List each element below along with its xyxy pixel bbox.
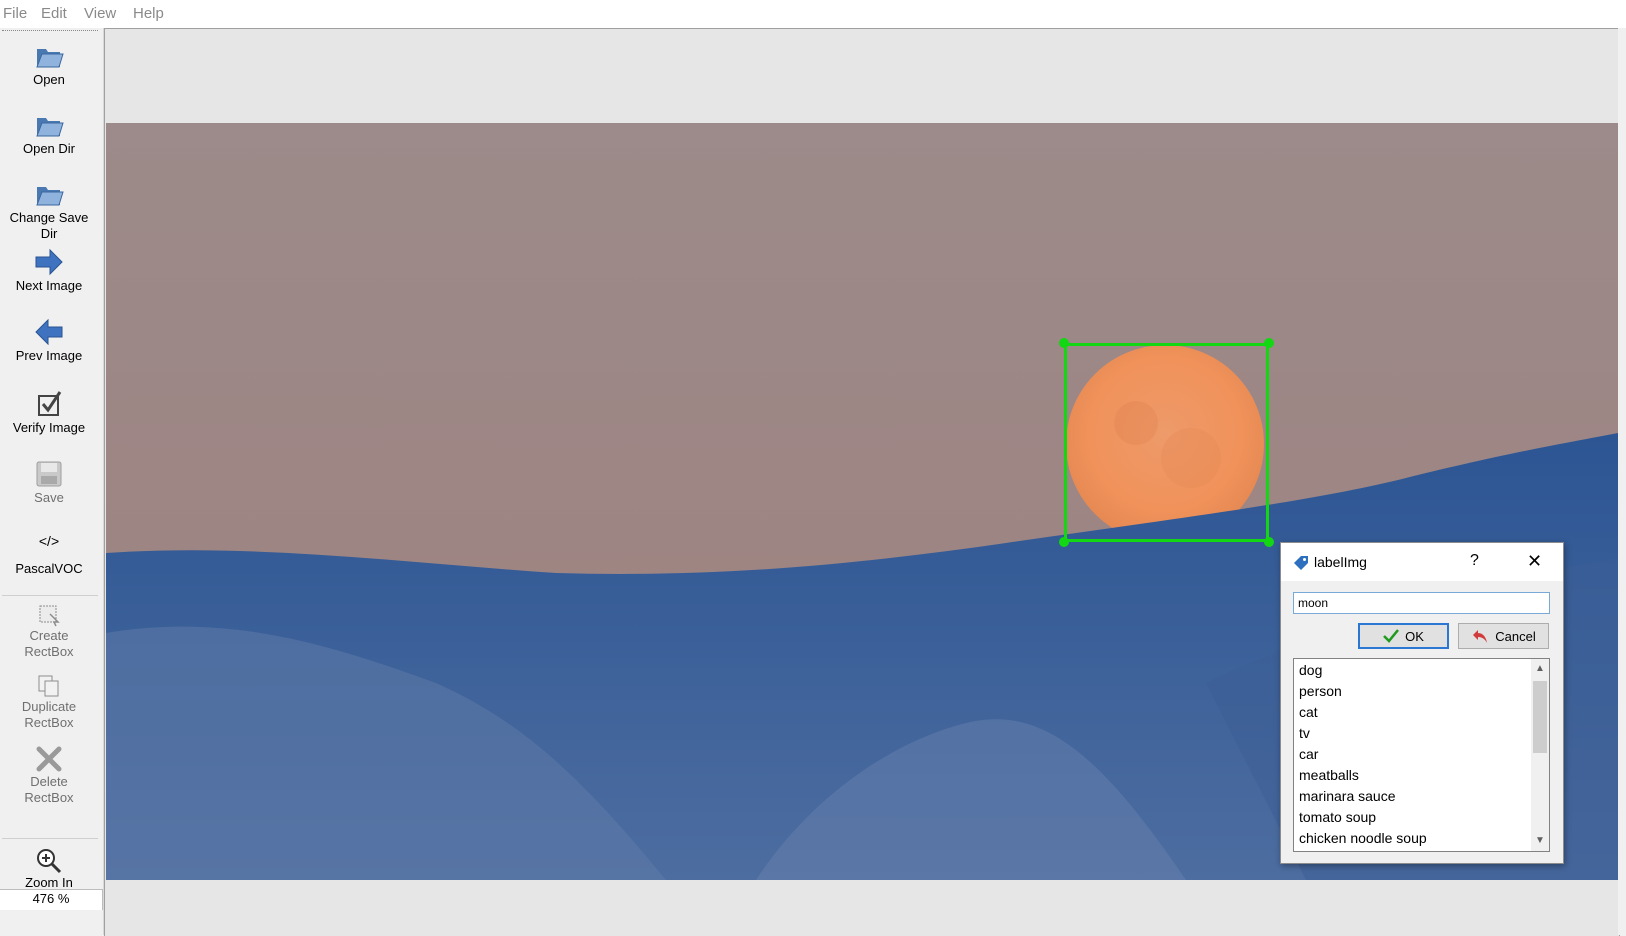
arrow-right-icon: [35, 248, 63, 276]
toolbar-separator: [2, 595, 98, 596]
label-list[interactable]: dog person cat tv car meatballs marinara…: [1293, 658, 1550, 852]
dialog-title-bar[interactable]: labelImg ? ✕: [1281, 543, 1563, 581]
bbox-handle-bottom-right[interactable]: [1264, 537, 1274, 547]
undo-arrow-icon: [1473, 630, 1488, 643]
zoom-in-button[interactable]: Zoom In: [0, 847, 98, 891]
next-image-button[interactable]: Next Image: [0, 246, 98, 294]
toolbar-separator: [2, 838, 98, 839]
list-scrollbar[interactable]: ▲ ▼: [1531, 659, 1549, 851]
folder-icon: [36, 118, 64, 137]
toolbar-grip: [2, 30, 98, 31]
list-item[interactable]: person: [1299, 680, 1342, 702]
create-rect-icon: [39, 605, 60, 627]
menu-help[interactable]: Help: [133, 5, 164, 22]
dialog-title: labelImg: [1314, 554, 1367, 570]
zoom-level-box[interactable]: 476 %: [0, 889, 103, 910]
prev-image-button[interactable]: Prev Image: [0, 316, 98, 364]
bbox-handle-top-right[interactable]: [1264, 338, 1274, 348]
label-input[interactable]: [1293, 592, 1550, 614]
ok-label: OK: [1405, 628, 1424, 644]
toolbar: Open Open Dir Change Save Dir Next Image…: [0, 28, 104, 935]
menu-view[interactable]: View: [84, 5, 116, 22]
help-button[interactable]: ?: [1470, 552, 1479, 570]
list-item[interactable]: marinara sauce: [1299, 785, 1396, 807]
delete-x-icon: [36, 746, 62, 772]
bbox-handle-top-left[interactable]: [1059, 338, 1069, 348]
save-label: Save: [34, 490, 64, 505]
canvas-right-edge: [1618, 28, 1626, 935]
list-item[interactable]: cat: [1299, 701, 1318, 723]
zoom-in-icon: [37, 849, 62, 874]
floppy-disk-icon: [36, 461, 62, 487]
list-item[interactable]: car: [1299, 743, 1318, 765]
cancel-label: Cancel: [1495, 628, 1536, 644]
ok-button[interactable]: OK: [1358, 623, 1449, 649]
checkmark-icon: [1383, 629, 1400, 643]
folder-open-icon: [36, 49, 64, 68]
zoom-level: 476 %: [32, 891, 70, 906]
list-item[interactable]: meatballs: [1299, 764, 1359, 786]
duplicate-icon: [38, 675, 59, 697]
create-rectbox-label-2: RectBox: [24, 644, 74, 659]
delete-rectbox-button[interactable]: Delete RectBox: [0, 744, 98, 806]
create-rectbox-button[interactable]: Create RectBox: [0, 602, 98, 660]
open-dir-button[interactable]: Open Dir: [0, 109, 98, 157]
cancel-button[interactable]: Cancel: [1458, 623, 1549, 649]
change-save-dir-label: Change Save Dir: [9, 210, 89, 241]
code-icon: </>: [38, 533, 60, 549]
bounding-box[interactable]: [1064, 343, 1269, 542]
prev-image-label: Prev Image: [15, 348, 83, 363]
open-button[interactable]: Open: [0, 40, 98, 88]
verify-image-label: Verify Image: [12, 420, 86, 435]
create-rectbox-label-1: Create: [29, 628, 69, 643]
delete-rectbox-label-1: Delete: [30, 774, 68, 789]
menu-file[interactable]: File: [3, 5, 27, 22]
scroll-down-icon[interactable]: ▼: [1535, 835, 1545, 846]
bbox-handle-bottom-left[interactable]: [1059, 537, 1069, 547]
close-icon[interactable]: ✕: [1527, 551, 1542, 572]
scroll-thumb[interactable]: [1533, 681, 1547, 753]
list-item[interactable]: chicken noodle soup: [1299, 827, 1427, 849]
duplicate-rectbox-label-2: RectBox: [24, 715, 74, 730]
label-dialog: labelImg ? ✕ OK Cancel dog person cat tv…: [1280, 542, 1564, 864]
change-save-dir-button[interactable]: Change Save Dir: [0, 178, 98, 242]
arrow-left-icon: [35, 318, 63, 346]
checkbox-icon: [38, 391, 62, 416]
folder-save-icon: [36, 187, 64, 206]
list-item[interactable]: dog: [1299, 659, 1322, 681]
menu-bar: File Edit View Help: [0, 0, 1626, 28]
open-dir-label: Open Dir: [22, 141, 76, 156]
next-image-label: Next Image: [15, 278, 83, 293]
list-item[interactable]: tv: [1299, 722, 1310, 744]
scroll-up-icon[interactable]: ▲: [1535, 663, 1545, 674]
duplicate-rectbox-button[interactable]: Duplicate RectBox: [0, 673, 98, 731]
list-item[interactable]: tomato soup: [1299, 806, 1376, 828]
save-button[interactable]: Save: [0, 458, 98, 506]
delete-rectbox-label-2: RectBox: [24, 790, 74, 805]
tag-icon: [1294, 556, 1308, 570]
menu-edit[interactable]: Edit: [41, 5, 67, 22]
format-label: PascalVOC: [15, 561, 83, 576]
format-button[interactable]: </> PascalVOC: [0, 529, 98, 577]
verify-image-button[interactable]: Verify Image: [0, 388, 98, 436]
open-label: Open: [33, 72, 65, 87]
duplicate-rectbox-label-1: Duplicate: [21, 699, 77, 714]
